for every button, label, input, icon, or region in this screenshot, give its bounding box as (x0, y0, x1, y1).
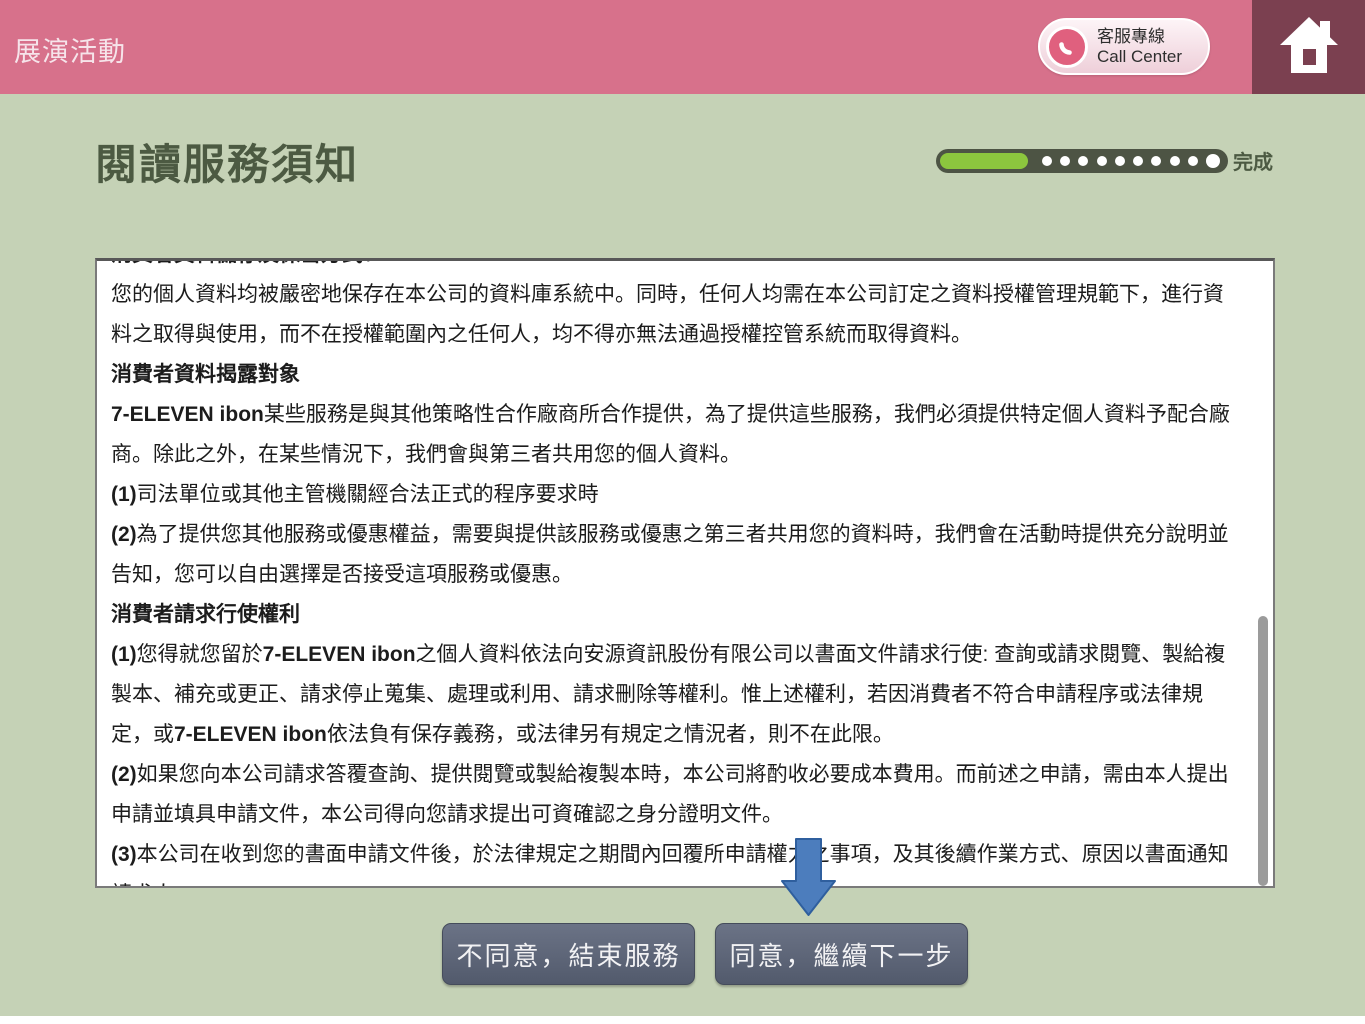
terms-paragraph: (1)您得就您留於7-ELEVEN ibon之個人資料依法向安源資訊股份有限公司… (111, 635, 1241, 755)
progress-dot (1188, 156, 1198, 166)
down-arrow-indicator (781, 838, 836, 916)
progress-dot (1078, 156, 1088, 166)
terms-paragraph: (2)為了提供您其他服務或優惠權益，需要與提供該服務或優惠之第三者共用您的資料時… (111, 515, 1241, 595)
terms-paragraph: 消費者請求行使權利 (111, 595, 1241, 635)
home-icon (1277, 15, 1341, 80)
call-center-button[interactable]: 客服專線 Call Center (1038, 18, 1210, 75)
terms-paragraph: 消費者資料揭露對象 (111, 355, 1241, 395)
progress-dot (1115, 156, 1125, 166)
header-bar: 展演活動 客服專線 Call Center (0, 0, 1365, 94)
terms-paragraph: (3)本公司在收到您的書面申請文件後，於法律規定之期間內回覆所申請權力之事項，及… (111, 835, 1241, 888)
terms-paragraph: 7-ELEVEN ibon某些服務是與其他策略性合作廠商所合作提供，為了提供這些… (111, 395, 1241, 475)
terms-paragraph: 消費者資料儲存及保密方式： (111, 258, 1241, 275)
progress-dot (1151, 156, 1161, 166)
home-button[interactable] (1252, 0, 1365, 94)
disagree-button[interactable]: 不同意，結束服務 (442, 923, 695, 985)
progress-dot (1097, 156, 1107, 166)
bottom-strip (0, 1016, 1365, 1024)
progress-track (936, 149, 1228, 173)
call-center-label-zh: 客服專線 (1097, 27, 1182, 47)
call-center-label: 客服專線 Call Center (1097, 27, 1182, 67)
terms-text: 消費者資料儲存及保密方式：您的個人資料均被嚴密地保存在本公司的資料庫系統中。同時… (111, 258, 1241, 888)
progress-dot (1170, 156, 1180, 166)
progress-dot (1206, 154, 1220, 168)
call-center-label-en: Call Center (1097, 47, 1182, 67)
progress-end-label: 完成 (1233, 146, 1273, 175)
progress-dot (1133, 156, 1143, 166)
page-title: 閱讀服務須知 (95, 131, 359, 192)
terms-paragraph: 您的個人資料均被嚴密地保存在本公司的資料庫系統中。同時，任何人均需在本公司訂定之… (111, 275, 1241, 355)
progress-fill (940, 153, 1028, 169)
agree-button[interactable]: 同意，繼續下一步 (715, 923, 968, 985)
progress-indicator: 完成 (936, 146, 1273, 175)
phone-icon (1046, 26, 1088, 68)
scrollbar-thumb[interactable] (1258, 616, 1268, 886)
progress-dots (1042, 149, 1220, 173)
page-header-title: 展演活動 (14, 30, 126, 69)
terms-panel[interactable]: 消費者資料儲存及保密方式：您的個人資料均被嚴密地保存在本公司的資料庫系統中。同時… (95, 258, 1275, 888)
terms-paragraph: (1)司法單位或其他主管機關經合法正式的程序要求時 (111, 475, 1241, 515)
progress-dot (1060, 156, 1070, 166)
terms-paragraph: (2)如果您向本公司請求答覆查詢、提供閱覽或製給複製本時，本公司將酌收必要成本費… (111, 755, 1241, 835)
progress-dot (1042, 156, 1052, 166)
